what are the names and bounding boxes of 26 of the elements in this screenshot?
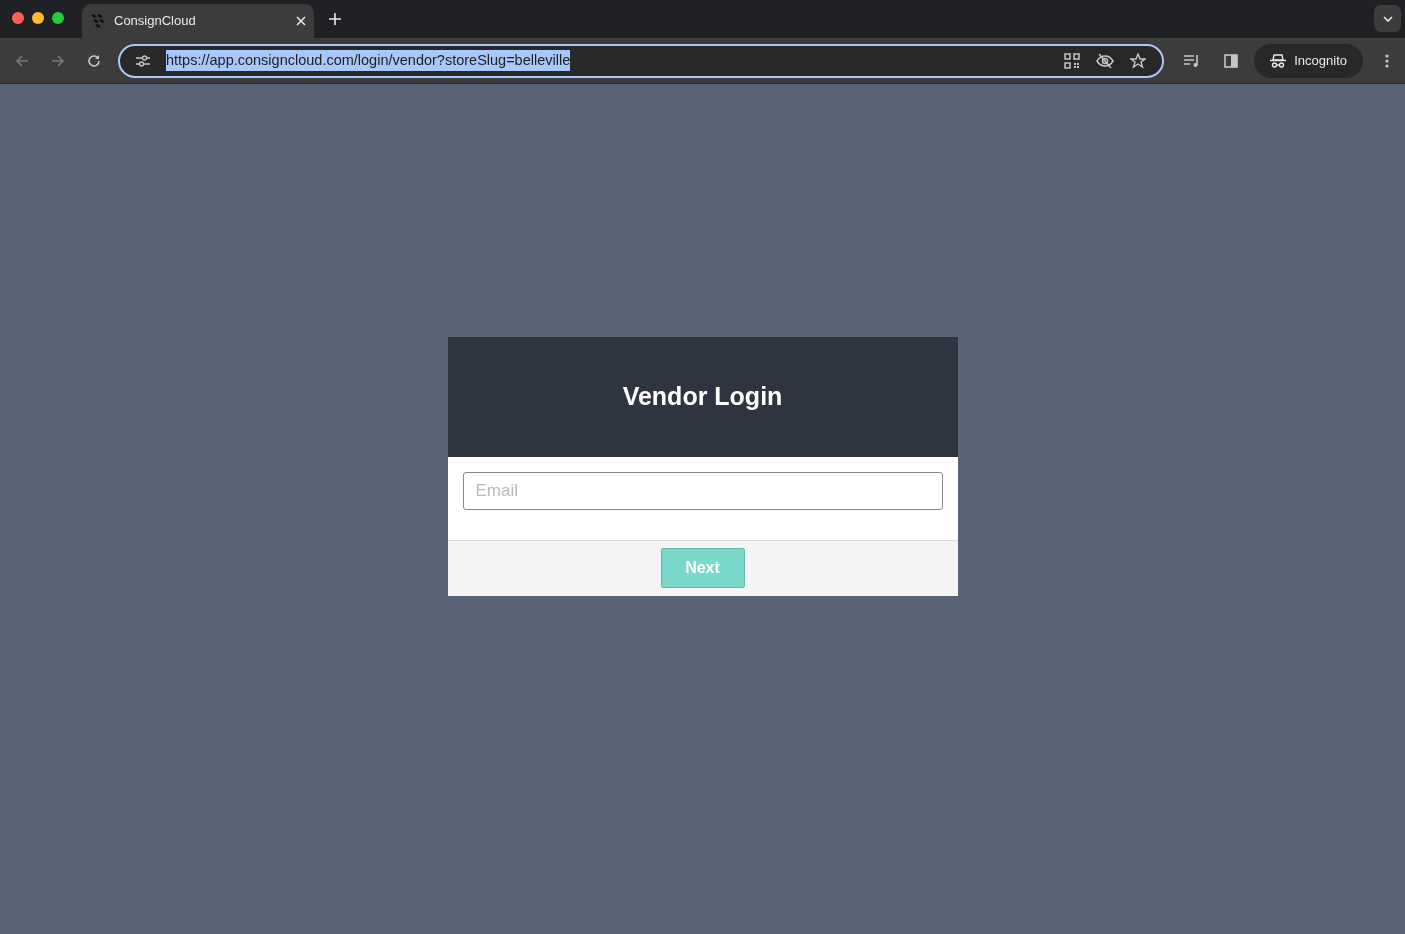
forward-icon[interactable] [50,52,66,69]
login-title: Vendor Login [622,381,783,413]
site-settings-icon[interactable] [136,54,150,67]
reload-icon[interactable] [86,52,102,69]
side-panel-icon[interactable] [1224,53,1239,68]
star-icon[interactable] [1130,52,1147,69]
new-tab-icon[interactable] [329,13,341,25]
back-icon[interactable] [14,52,30,69]
incognito-icon [1270,53,1287,68]
tab-title: ConsignCloud [114,12,197,31]
minimize-window-icon[interactable] [32,12,44,24]
browser-tab[interactable]: ConsignCloud [82,4,314,38]
tab-search-button[interactable] [1374,5,1401,32]
logo-icon [90,13,106,29]
eye-slash-icon[interactable] [1096,52,1115,69]
email-field[interactable]: Email [462,472,943,510]
incognito-button[interactable]: Incognito [1254,43,1363,78]
media-queue-icon[interactable] [1184,53,1201,68]
address-bar[interactable]: https://app.consigncloud.com/login/vendor?storeSlug=belleville [118,43,1165,78]
qr-code-icon[interactable] [1064,52,1081,69]
menu-icon[interactable] [1385,53,1389,68]
close-icon[interactable] [296,16,306,26]
url-text[interactable]: https://app.consigncloud.com/login/vendor?storeSlug=belleville [166,49,571,72]
close-window-icon[interactable] [12,12,24,24]
chevron-down-icon [1382,15,1393,22]
maximize-window-icon[interactable] [52,12,64,24]
